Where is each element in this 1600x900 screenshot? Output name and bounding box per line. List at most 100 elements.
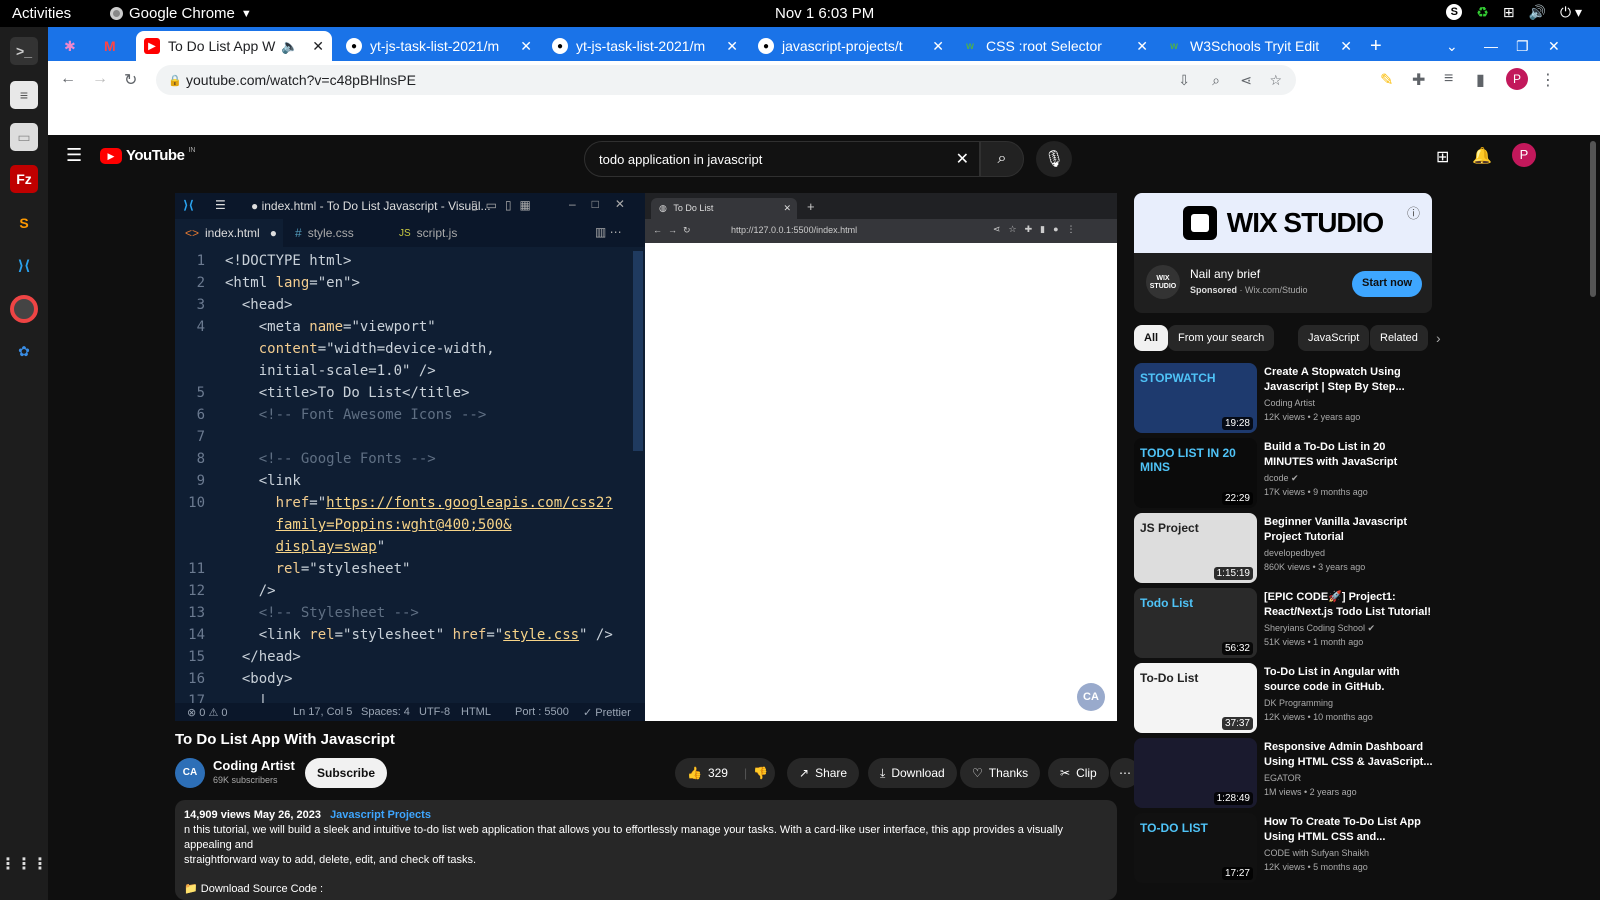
extensions-puzzle-icon[interactable]: ✚ bbox=[1412, 70, 1425, 90]
sponsored-ad[interactable]: WIX STUDIO ⓘ WIX STUDIO Nail any brief S… bbox=[1134, 193, 1432, 313]
chrome-menu-icon[interactable]: ⋮ bbox=[1540, 70, 1556, 90]
side-panel-icon[interactable]: ▮ bbox=[1476, 70, 1485, 90]
chip-javascript[interactable]: JavaScript bbox=[1298, 325, 1370, 351]
recommended-channel[interactable]: CODE with Sufyan Shaikh bbox=[1264, 848, 1369, 858]
clear-search-icon[interactable]: ✕ bbox=[956, 149, 969, 169]
recommended-video[interactable]: Todo List 56:32 [EPIC CODE🚀] Project1: Rea… bbox=[1134, 588, 1434, 658]
tab-github-1[interactable]: ● yt-js-task-list-2021/m ✕ bbox=[338, 31, 540, 61]
notifications-icon[interactable]: 🔔 bbox=[1472, 146, 1492, 166]
gmail-tab[interactable]: M bbox=[96, 31, 132, 61]
close-tab-icon[interactable]: ✕ bbox=[514, 38, 532, 55]
text-editor-icon[interactable]: ≡ bbox=[10, 81, 38, 109]
recommended-channel[interactable]: developedbyed bbox=[1264, 548, 1325, 558]
close-tab-icon[interactable]: ✕ bbox=[926, 38, 944, 55]
thumbs-down-icon[interactable]: 👎 bbox=[753, 766, 768, 780]
skype-icon[interactable]: S bbox=[1446, 4, 1463, 20]
youtube-logo[interactable]: ▶ YouTube IN bbox=[100, 147, 195, 164]
recommended-channel[interactable]: Sheryians Coding School ✔ bbox=[1264, 623, 1375, 634]
close-tab-icon[interactable]: ✕ bbox=[1130, 38, 1148, 55]
voice-search-button[interactable]: 🎙 bbox=[1036, 141, 1072, 177]
info-icon[interactable]: ⓘ bbox=[1407, 203, 1420, 222]
address-bar[interactable]: 🔒 youtube.com/watch?v=c48pBHlnsPE ⇩ ⌕ ⋖ … bbox=[156, 65, 1296, 95]
tab-w3schools-2[interactable]: w W3Schools Tryit Edit ✕ bbox=[1158, 31, 1360, 61]
video-thumbnail[interactable]: To-Do List 37:37 bbox=[1134, 663, 1257, 733]
video-player[interactable]: ⟩⟨ ☰ ● index.html - To Do List Javascrip… bbox=[175, 193, 1117, 721]
recommended-title[interactable]: Create A Stopwatch Using Javascript | St… bbox=[1264, 365, 1434, 395]
new-tab-button[interactable]: + bbox=[1362, 31, 1392, 61]
tab-search-icon[interactable]: ⌄ bbox=[1438, 31, 1464, 61]
recommended-channel[interactable]: EGATOR bbox=[1264, 773, 1301, 783]
chip-from-search[interactable]: From your search bbox=[1168, 325, 1275, 351]
search-input[interactable]: todo application in javascript ✕ bbox=[584, 141, 980, 177]
download-button[interactable]: ⤓ Download bbox=[868, 758, 957, 788]
tab-youtube[interactable]: ▶ To Do List App W 🔈 ✕ bbox=[136, 31, 332, 61]
minimize-icon[interactable]: — bbox=[1476, 31, 1502, 61]
activities-button[interactable]: Activities bbox=[12, 5, 71, 22]
video-thumbnail[interactable]: 1:28:49 bbox=[1134, 738, 1257, 808]
search-button[interactable]: ⌕ bbox=[980, 141, 1024, 177]
recommended-title[interactable]: [EPIC CODE🚀] Project1: React/Next.js Tod… bbox=[1264, 590, 1434, 620]
system-tray[interactable]: S ♻ ⊞ 🔊 ⏻ ▾ bbox=[1446, 4, 1582, 21]
filezilla-icon[interactable]: Fz bbox=[10, 165, 38, 193]
zoom-icon[interactable]: ⌕ bbox=[1212, 72, 1220, 89]
close-tab-icon[interactable]: ✕ bbox=[720, 38, 738, 55]
video-thumbnail[interactable]: TODO LIST IN 20 MINS 22:29 bbox=[1134, 438, 1257, 508]
tab-github-2[interactable]: ● yt-js-task-list-2021/m ✕ bbox=[544, 31, 746, 61]
tab-w3schools-1[interactable]: w CSS :root Selector ✕ bbox=[954, 31, 1156, 61]
ad-cta-button[interactable]: Start now bbox=[1352, 271, 1423, 297]
create-icon[interactable]: ⊞ bbox=[1436, 147, 1449, 167]
reading-list-icon[interactable]: ≡ bbox=[1444, 70, 1453, 88]
subscribe-button[interactable]: Subscribe bbox=[305, 758, 388, 788]
tab-github-3[interactable]: ● javascript-projects/t ✕ bbox=[750, 31, 952, 61]
app-icon[interactable]: ✿ bbox=[10, 337, 38, 365]
channel-name[interactable]: Coding Artist bbox=[213, 758, 295, 773]
files-icon[interactable]: ▭ bbox=[10, 123, 38, 151]
chevron-right-icon[interactable]: › bbox=[1436, 330, 1441, 346]
sublime-icon[interactable]: S bbox=[10, 209, 38, 237]
recommended-video[interactable]: To-Do List 37:37 To-Do List in Angular wit… bbox=[1134, 663, 1434, 733]
recommended-video[interactable]: JS Project 1:15:19 Beginner Vanilla Javasc… bbox=[1134, 513, 1434, 583]
channel-avatar[interactable]: CA bbox=[175, 758, 205, 788]
maximize-icon[interactable]: ❐ bbox=[1508, 31, 1534, 61]
recommended-channel[interactable]: Coding Artist bbox=[1264, 398, 1315, 408]
close-window-icon[interactable]: ✕ bbox=[1540, 31, 1566, 61]
video-thumbnail[interactable]: Todo List 56:32 bbox=[1134, 588, 1257, 658]
bookmark-star-icon[interactable]: ☆ bbox=[1269, 72, 1282, 89]
close-tab-icon[interactable]: ✕ bbox=[306, 38, 324, 55]
video-thumbnail[interactable]: TO-DO LIST 17:27 bbox=[1134, 813, 1257, 883]
page-scrollbar[interactable] bbox=[1590, 141, 1596, 297]
show-apps-icon[interactable]: ⋮⋮⋮ bbox=[0, 850, 48, 878]
chip-all[interactable]: All bbox=[1134, 325, 1169, 351]
recommended-title[interactable]: Responsive Admin Dashboard Using HTML CS… bbox=[1264, 740, 1434, 770]
clip-button[interactable]: ✂ Clip bbox=[1048, 758, 1109, 788]
app-menu[interactable]: Google Chrome ▼ bbox=[110, 5, 252, 22]
recommended-video[interactable]: TODO LIST IN 20 MINS 22:29 Build a To-Do L… bbox=[1134, 438, 1434, 508]
share-icon[interactable]: ⋖ bbox=[1240, 72, 1252, 89]
recommended-title[interactable]: Beginner Vanilla Javascript Project Tuto… bbox=[1264, 515, 1434, 545]
video-thumbnail[interactable]: JS Project 1:15:19 bbox=[1134, 513, 1257, 583]
recommended-title[interactable]: To-Do List in Angular with source code i… bbox=[1264, 665, 1434, 695]
forward-icon[interactable]: → bbox=[92, 70, 108, 88]
reload-icon[interactable]: ↻ bbox=[124, 70, 137, 90]
close-tab-icon[interactable]: ✕ bbox=[1334, 38, 1352, 55]
recommended-video[interactable]: STOPWATCH 19:28 Create A Stopwatch Using J… bbox=[1134, 363, 1434, 433]
profile-avatar[interactable]: P bbox=[1506, 68, 1528, 90]
audio-icon[interactable]: 🔈 bbox=[281, 38, 298, 55]
recommended-title[interactable]: How To Create To-Do List App Using HTML … bbox=[1264, 815, 1434, 845]
recommended-channel[interactable]: DK Programming bbox=[1264, 698, 1333, 708]
video-description[interactable]: 14,909 views May 26, 2023 Javascript Pro… bbox=[175, 800, 1117, 900]
chrome-dock-icon[interactable] bbox=[10, 295, 38, 323]
thanks-button[interactable]: ♡ Thanks bbox=[960, 758, 1041, 788]
account-avatar[interactable]: P bbox=[1512, 143, 1536, 167]
clock[interactable]: Nov 1 6:03 PM bbox=[775, 5, 874, 22]
tab-group-icon[interactable]: ✱ bbox=[56, 31, 92, 61]
install-icon[interactable]: ⇩ bbox=[1178, 72, 1190, 89]
hashtag-link[interactable]: Javascript Projects bbox=[330, 809, 431, 821]
share-button[interactable]: ↗ Share bbox=[787, 758, 860, 788]
power-icon[interactable]: ⏻ ▾ bbox=[1560, 4, 1582, 21]
video-thumbnail[interactable]: STOPWATCH 19:28 bbox=[1134, 363, 1257, 433]
recommended-channel[interactable]: dcode ✔ bbox=[1264, 473, 1299, 484]
volume-icon[interactable]: 🔊 bbox=[1529, 4, 1546, 21]
menu-icon[interactable]: ☰ bbox=[66, 145, 82, 166]
recommended-title[interactable]: Build a To-Do List in 20 MINUTES with Ja… bbox=[1264, 440, 1434, 470]
